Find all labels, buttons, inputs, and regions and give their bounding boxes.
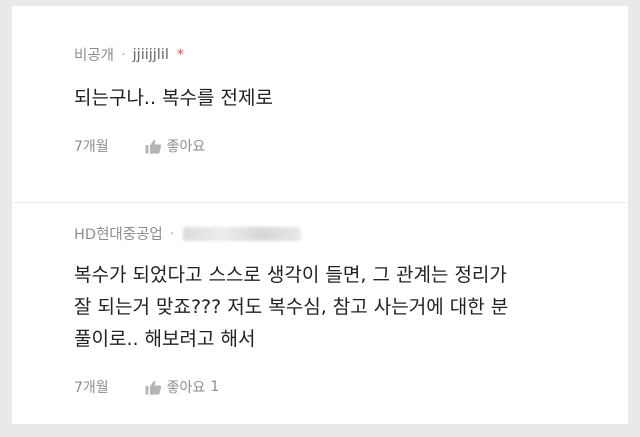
comment-meta: HD현대중공업 · — [74, 223, 302, 244]
comment-time: 7개월 — [74, 380, 109, 396]
like-label: 좋아요 — [166, 139, 206, 155]
thumbs-up-icon — [145, 139, 161, 154]
thumbs-up-icon — [145, 380, 161, 395]
comment-handle[interactable]: jjiijjlil — [133, 47, 169, 63]
like-button[interactable]: 좋아요 — [145, 136, 206, 156]
comment-item: HD현대중공업 · 복수가 되었다고 스스로 생각이 들면, 그 관계는 정리가… — [12, 202, 628, 425]
comment-meta: 비공개 · jjiijjlil * — [74, 44, 184, 65]
comment-footer: 7개월 좋아요 — [74, 136, 205, 156]
separator-dot: · — [121, 46, 126, 63]
like-count: 1 — [210, 379, 220, 395]
comment-list: 비공개 · jjiijjlil * 되는구나.. 복수를 전제로 7개월 좋아요… — [12, 6, 628, 424]
comment-time: 7개월 — [74, 139, 109, 155]
redacted-handle — [183, 226, 302, 241]
like-button[interactable]: 좋아요 1 — [145, 377, 220, 397]
author-star: * — [176, 46, 184, 63]
comment-footer: 7개월 좋아요 1 — [74, 377, 219, 397]
comment-text: 되는구나.. 복수를 전제로 — [74, 87, 273, 109]
comment-text: 복수가 되었다고 스스로 생각이 들면, 그 관계는 정리가 잘 되는거 맞죠?… — [74, 259, 588, 355]
comment-item: 비공개 · jjiijjlil * 되는구나.. 복수를 전제로 7개월 좋아요 — [12, 6, 628, 202]
comment-author[interactable]: HD현대중공업 — [74, 223, 163, 244]
like-label: 좋아요 — [166, 380, 206, 396]
comment-text-line: 복수가 되었다고 스스로 생각이 들면, 그 관계는 정리가 — [74, 264, 507, 286]
comment-text-line: 풀이로.. 해보려고 해서 — [74, 328, 256, 350]
separator-dot: · — [169, 225, 175, 242]
comment-author[interactable]: 비공개 — [74, 44, 114, 65]
comment-text-line: 잘 되는거 맞죠??? 저도 복수심, 참고 사는거에 대한 분 — [74, 296, 509, 318]
